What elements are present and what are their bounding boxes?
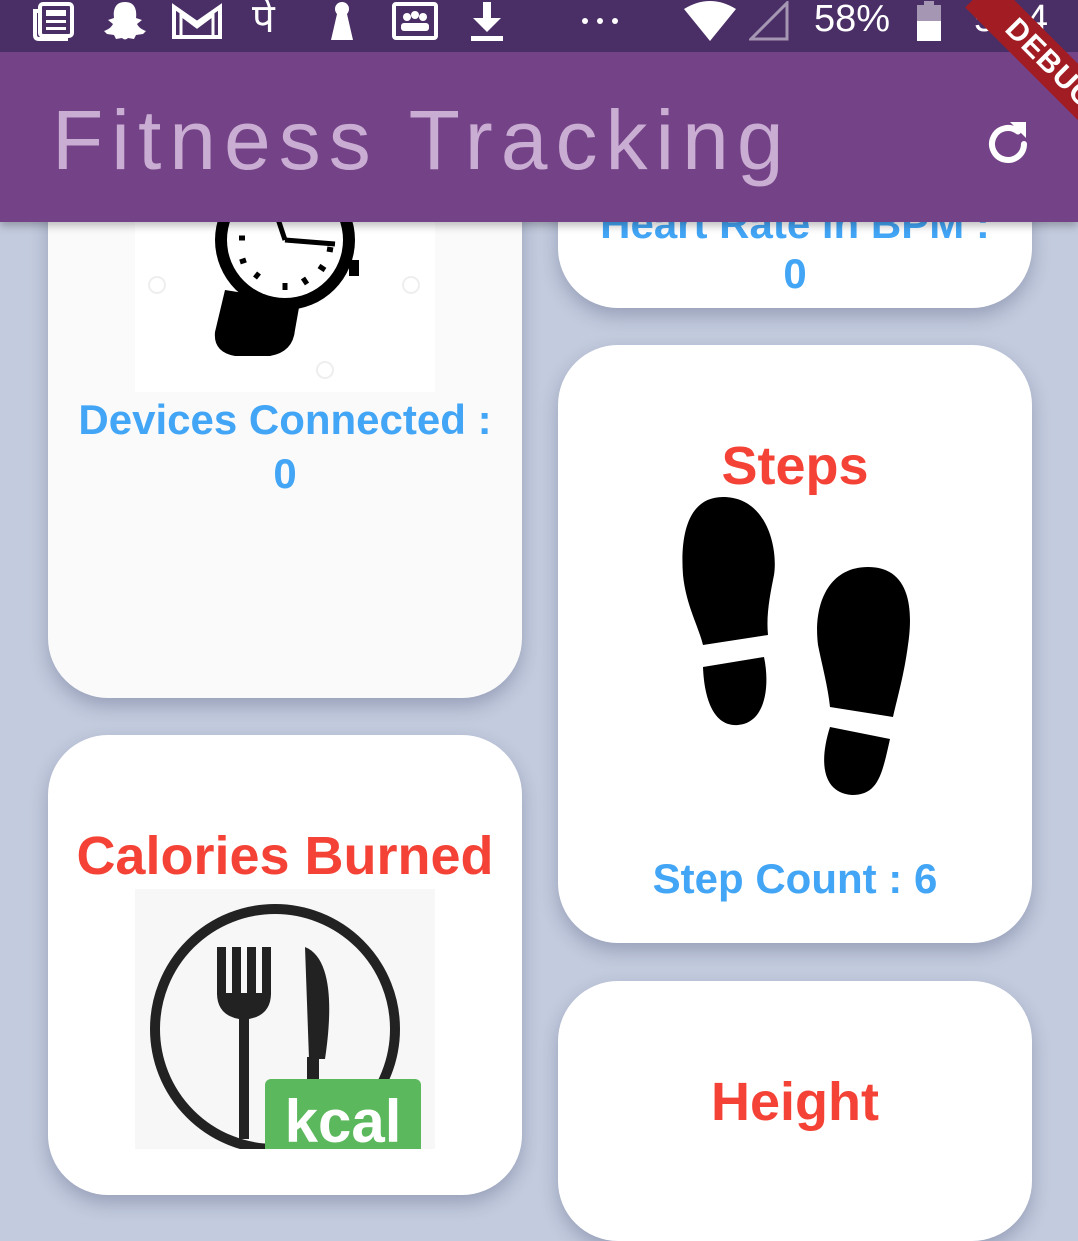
steps-card[interactable]: Steps Step Count : 6 [558,345,1032,943]
newspaper-icon [30,0,78,42]
wifi-icon [680,0,740,42]
battery-icon [914,0,944,42]
step-count: Step Count : 6 [652,855,938,902]
heart-rate-value: 0 [783,250,807,297]
group-icon [390,0,440,42]
keyhole-icon [322,0,362,42]
more-dots-icon [578,0,622,42]
refresh-button[interactable] [972,108,1044,180]
gmail-icon [170,0,224,42]
devices-connected-label: Devices Connected : [78,396,492,443]
status-bar: पे 58% 5:14 [0,0,1078,52]
app-bar: Fitness Tracking [0,52,1078,222]
steps-title: Steps [721,436,869,496]
calories-card[interactable]: Calories Burned kcal [48,735,522,1195]
clock: 5:14 [974,0,1048,40]
devices-connected-value: 0 [273,450,297,497]
download-icon [464,0,510,42]
signal-icon [748,0,790,42]
footprints-image [668,495,928,805]
pe-app-icon: पे [252,0,275,41]
battery-percent: 58% [814,0,891,40]
page-title: Fitness Tracking [52,93,792,187]
height-card[interactable]: Height [558,981,1032,1241]
height-title: Height [711,1072,879,1132]
calories-title: Calories Burned [76,826,494,886]
kcal-label: kcal [284,1088,402,1155]
footprints-icon [682,497,910,795]
snapchat-icon [100,0,150,42]
refresh-icon [989,122,1027,163]
